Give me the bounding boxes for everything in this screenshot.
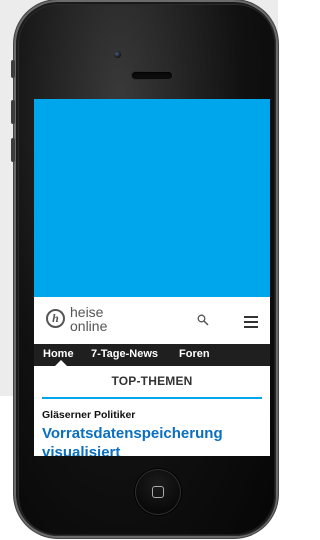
volume-down-button [11, 138, 15, 162]
section-divider [42, 397, 262, 399]
logo-line-heise: heise [70, 304, 104, 320]
active-nav-indicator [55, 360, 67, 366]
earpiece-speaker [132, 72, 172, 79]
ad-banner [34, 99, 270, 297]
mute-switch [11, 60, 15, 78]
front-camera [114, 51, 121, 58]
search-icon[interactable] [197, 314, 209, 326]
section-title: TOP-THEMEN [111, 374, 193, 388]
volume-up-button [11, 100, 15, 124]
article-kicker: Gläserner Politiker [42, 409, 136, 421]
site-logo[interactable]: heise online [70, 305, 107, 333]
nav-item-home[interactable]: Home [43, 348, 74, 360]
menu-icon[interactable] [244, 316, 258, 328]
logo-mark[interactable]: h [46, 309, 65, 328]
phone-screen: h heise online Home 7-Tage-News Foren TO… [34, 99, 270, 456]
site-header: h heise online [34, 297, 270, 344]
home-button-icon [152, 486, 164, 498]
main-nav: Home 7-Tage-News Foren [34, 344, 270, 366]
nav-item-foren[interactable]: Foren [179, 348, 210, 360]
article-headline[interactable]: Vorratsdatenspeicherung visualisiert [42, 424, 267, 456]
nav-item-7-tage-news[interactable]: 7-Tage-News [91, 348, 158, 360]
logo-line-online: online [70, 318, 108, 334]
home-button[interactable] [135, 469, 181, 515]
